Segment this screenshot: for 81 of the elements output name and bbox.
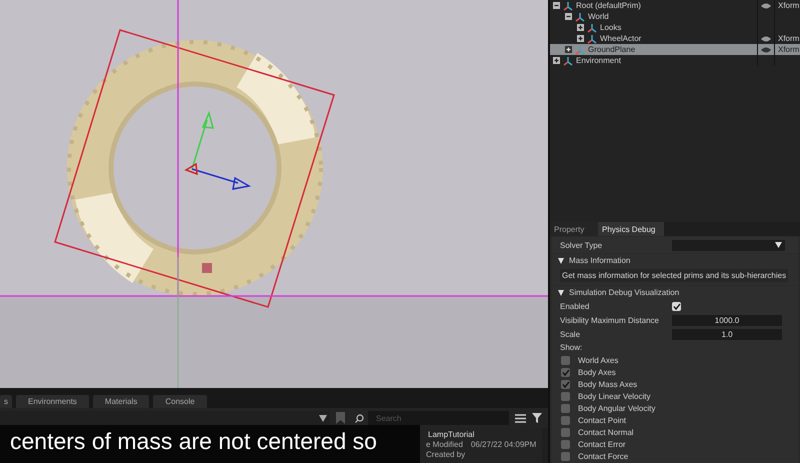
option-label: World Axes bbox=[578, 356, 618, 365]
show-label: Show: bbox=[559, 342, 584, 354]
tree-item-label: World bbox=[588, 12, 609, 21]
subtitle-caption: centers of mass are not centered so bbox=[0, 425, 420, 463]
eye-icon[interactable] bbox=[761, 36, 771, 42]
collapse-triangle-icon bbox=[558, 258, 564, 264]
number-field[interactable]: 1000.0 bbox=[672, 315, 782, 326]
option-label: Body Angular Velocity bbox=[578, 404, 656, 413]
option-label: Contact Point bbox=[578, 416, 626, 425]
wheel-drawing[interactable] bbox=[67, 40, 323, 296]
path-field[interactable] bbox=[0, 411, 330, 425]
expander-icon[interactable] bbox=[577, 35, 584, 42]
tree-row[interactable]: Looks bbox=[550, 22, 800, 33]
eye-icon[interactable] bbox=[761, 46, 771, 52]
section-header[interactable]: Mass Information bbox=[552, 254, 798, 267]
tree-row[interactable]: Environment bbox=[550, 55, 800, 66]
xform-icon bbox=[563, 0, 573, 10]
option-label: Body Linear Velocity bbox=[578, 392, 650, 401]
detail-value: 06/27/22 04:09PM bbox=[470, 440, 536, 449]
checkbox[interactable] bbox=[561, 380, 570, 389]
tree-item-label: GroundPlane bbox=[588, 45, 636, 54]
search-field[interactable]: Search bbox=[368, 411, 509, 425]
tree-item-label: Environment bbox=[576, 56, 621, 65]
search-icon bbox=[355, 414, 364, 422]
xform-icon bbox=[587, 34, 597, 44]
tree-row[interactable]: Root (defaultPrim) Xform bbox=[550, 0, 800, 11]
type-label: Xform bbox=[778, 34, 800, 43]
option-label: Contact Force bbox=[578, 452, 628, 461]
checkbox[interactable] bbox=[561, 452, 570, 461]
number-field[interactable]: 1.0 bbox=[672, 329, 782, 340]
field-label: Visibility Maximum Distance bbox=[560, 316, 660, 325]
tab[interactable]: Physics Debug bbox=[598, 222, 664, 236]
eye-icon[interactable] bbox=[761, 2, 771, 8]
menu-icon[interactable] bbox=[515, 414, 526, 422]
checkbox[interactable] bbox=[561, 440, 570, 449]
field-label: Solver Type bbox=[560, 240, 604, 250]
detail-label: Created by bbox=[426, 450, 466, 459]
xform-icon bbox=[563, 56, 573, 66]
expander-icon[interactable] bbox=[565, 13, 572, 20]
checkbox[interactable] bbox=[561, 392, 570, 401]
expander-icon[interactable] bbox=[577, 24, 584, 31]
option-label: Contact Error bbox=[578, 440, 626, 449]
tab[interactable]: Materials bbox=[92, 395, 150, 408]
collapse-triangle-icon bbox=[558, 290, 564, 296]
tree-item-label: Looks bbox=[600, 23, 622, 32]
bookmark-icon[interactable] bbox=[336, 412, 345, 424]
checkbox[interactable] bbox=[672, 302, 681, 311]
checkbox[interactable] bbox=[561, 416, 570, 425]
axis-gizmo-icon[interactable] bbox=[184, 110, 252, 190]
option-label: Body Mass Axes bbox=[578, 380, 638, 389]
checkbox[interactable] bbox=[561, 404, 570, 413]
center-of-mass-marker bbox=[202, 263, 212, 273]
tab[interactable]: Property bbox=[550, 222, 598, 236]
tree-row[interactable]: GroundPlane Xform bbox=[550, 44, 800, 55]
checkbox[interactable] bbox=[561, 368, 570, 377]
checkbox[interactable] bbox=[561, 428, 570, 437]
xform-icon bbox=[575, 44, 585, 54]
option-label: Body Axes bbox=[578, 368, 616, 377]
expander-icon[interactable] bbox=[553, 2, 560, 9]
type-label: Xform bbox=[778, 1, 800, 10]
xform-icon bbox=[575, 12, 585, 22]
asset-name: LampTutorial bbox=[427, 430, 476, 439]
checkbox[interactable] bbox=[561, 356, 570, 365]
mass-info-button[interactable]: Get mass information for selected prims and its sub-hierarchies bbox=[560, 269, 788, 282]
detail-label: e Modified bbox=[426, 440, 463, 449]
tab[interactable]: Console bbox=[153, 395, 207, 408]
tree-item-label: WheelActor bbox=[600, 34, 642, 43]
filter-icon[interactable] bbox=[532, 413, 542, 423]
expander-icon[interactable] bbox=[553, 57, 560, 64]
type-label: Xform bbox=[778, 45, 800, 54]
tab[interactable]: Environments bbox=[16, 395, 89, 408]
option-label: Contact Normal bbox=[578, 428, 634, 437]
caret-icon bbox=[775, 242, 782, 248]
section-header[interactable]: Simulation Debug Visualization bbox=[552, 286, 798, 299]
field-label: Scale bbox=[560, 330, 582, 339]
xform-icon bbox=[587, 22, 597, 32]
tree-item-label: Root (defaultPrim) bbox=[576, 1, 641, 10]
caret-icon[interactable] bbox=[319, 414, 327, 422]
field-label: Enabled bbox=[560, 302, 590, 311]
tab[interactable]: s bbox=[0, 395, 12, 408]
tree-row[interactable]: World bbox=[550, 11, 800, 22]
